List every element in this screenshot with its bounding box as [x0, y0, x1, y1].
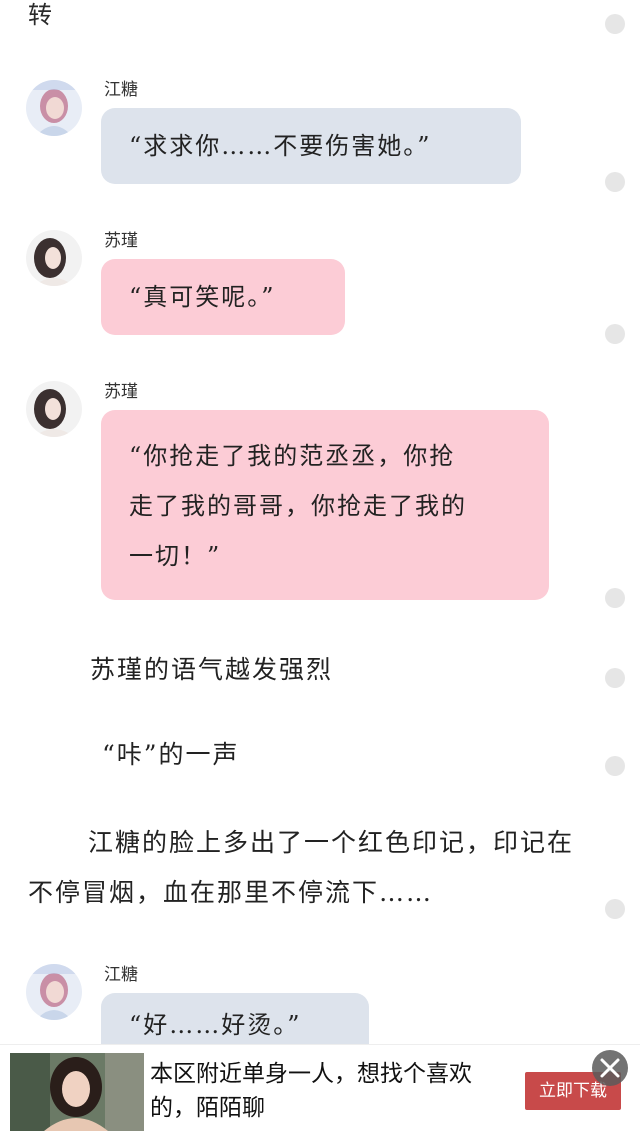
ad-photo[interactable] — [10, 1053, 144, 1131]
message-line: 一切！” — [129, 542, 222, 570]
narration-paragraph: 江糖的脸上多出了一个红色印记，印记在不停冒烟，血在那里不停流下…… — [28, 828, 575, 907]
comment-dot[interactable] — [605, 668, 625, 688]
speaker-name: 江糖 — [104, 965, 138, 985]
narration-text: “咔”的一声 — [102, 740, 240, 769]
message-bubble: “你抢走了我的范丞丞，你抢 走了我的哥哥，你抢走了我的 一切！” — [101, 410, 549, 600]
message-line: “好……好烫。” — [129, 1011, 302, 1039]
message-bubble: “求求你……不要伤害她。” — [101, 108, 521, 184]
partial-text-top: 转 — [28, 1, 52, 29]
comment-dot[interactable] — [605, 324, 625, 344]
close-icon[interactable] — [592, 1050, 628, 1086]
message-line: “求求你……不要伤害她。” — [129, 132, 432, 160]
message-bubble: “真可笑呢。” — [101, 259, 345, 335]
narration-text: 苏瑾的语气越发强烈 — [90, 655, 334, 684]
avatar-sujin[interactable] — [26, 381, 82, 437]
message-line: “你抢走了我的范丞丞，你抢 — [129, 442, 456, 470]
comment-dot[interactable] — [605, 756, 625, 776]
speaker-name: 苏瑾 — [104, 231, 138, 251]
comment-dot[interactable] — [605, 588, 625, 608]
ad-text[interactable]: 本区附近单身一人，想找个喜欢的，陌陌聊 — [150, 1057, 500, 1125]
avatar-sujin[interactable] — [26, 230, 82, 286]
speaker-name: 江糖 — [104, 80, 138, 100]
message-line: “真可笑呢。” — [129, 283, 276, 311]
comment-dot[interactable] — [605, 14, 625, 34]
comment-dot[interactable] — [605, 899, 625, 919]
avatar-jiangtang[interactable] — [26, 964, 82, 1020]
speaker-name: 苏瑾 — [104, 382, 138, 402]
comment-dot[interactable] — [605, 172, 625, 192]
message-line: 走了我的哥哥，你抢走了我的 — [129, 492, 467, 520]
avatar-jiangtang[interactable] — [26, 80, 82, 136]
